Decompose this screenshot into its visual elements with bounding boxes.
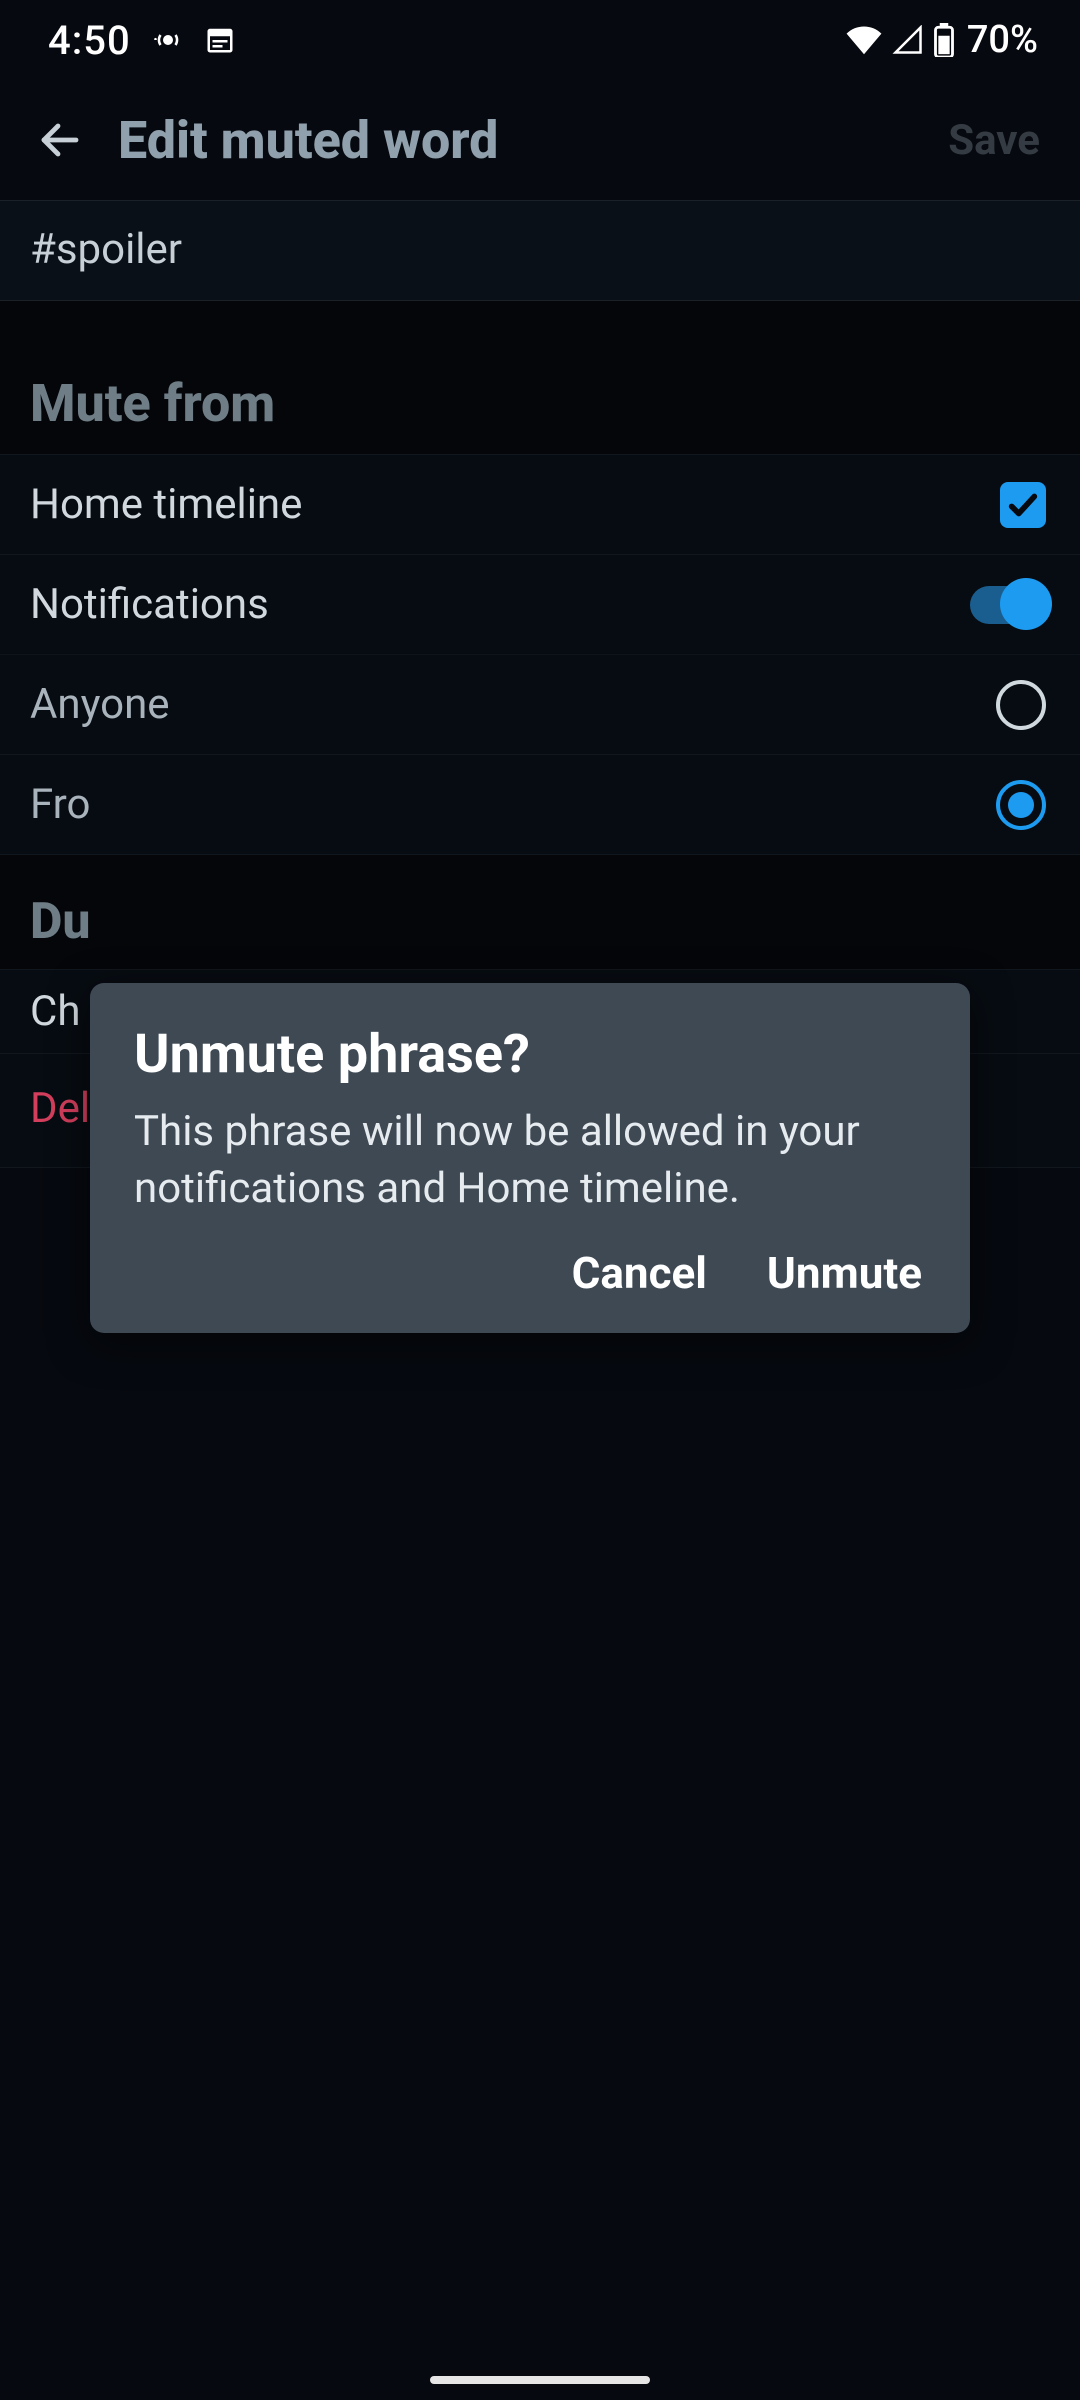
unmute-dialog: Unmute phrase? This phrase will now be a… xyxy=(90,983,970,1333)
cancel-button[interactable]: Cancel xyxy=(572,1247,707,1299)
nav-pill[interactable] xyxy=(430,2376,650,2384)
dialog-body: This phrase will now be allowed in your … xyxy=(134,1104,926,1217)
dialog-actions: Cancel Unmute xyxy=(134,1247,926,1309)
unmute-button[interactable]: Unmute xyxy=(767,1247,922,1299)
dialog-title: Unmute phrase? xyxy=(134,1023,926,1086)
